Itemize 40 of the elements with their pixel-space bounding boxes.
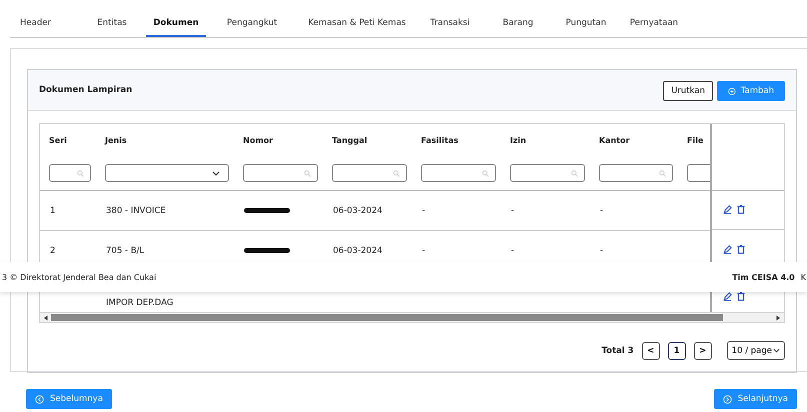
column-header: Jenis xyxy=(104,136,128,144)
tab[interactable]: Header xyxy=(20,12,78,37)
tab[interactable]: Transaksi xyxy=(416,12,484,37)
table-cell: - xyxy=(422,206,426,216)
column-header: Nomor xyxy=(242,136,274,144)
tab[interactable]: Dokumen xyxy=(146,12,206,37)
table-cell: - xyxy=(600,206,604,216)
column-header: Fasilitas xyxy=(420,136,460,144)
next-page-button[interactable]: > xyxy=(694,342,712,360)
table-cell: 705 - B/L xyxy=(106,246,144,256)
footer-text: K xyxy=(800,272,806,282)
table-cell: 1 xyxy=(50,206,56,216)
column-header: Seri xyxy=(48,136,68,144)
total-count: Total 3 xyxy=(602,346,634,356)
table-cell: 380 - INVOICE xyxy=(106,206,166,216)
table-cell: - xyxy=(600,246,604,256)
table-cell: 2 xyxy=(50,246,56,256)
sort-button[interactable]: Urutkan xyxy=(663,81,713,101)
table-cell: - xyxy=(422,246,426,256)
table-cell: IMPOR DEP.DAG xyxy=(106,298,174,308)
team-text: Tim CEISA 4.0 xyxy=(732,272,795,282)
page-size-select[interactable]: 10 / page xyxy=(726,341,785,360)
tab[interactable]: Pernyataan xyxy=(620,12,688,37)
tab[interactable]: Kemasan & Peti Kemas xyxy=(298,12,416,37)
copyright-text: 3 © Direktorat Jenderal Bea dan Cukai xyxy=(2,272,156,282)
tab[interactable]: Pungutan xyxy=(552,12,620,37)
column-header: File xyxy=(686,136,704,144)
tab[interactable]: Entitas xyxy=(78,12,146,37)
column-header: Kantor xyxy=(598,136,631,144)
table-cell: 06-03-2024 xyxy=(333,246,382,256)
card-title: Dokumen Lampiran xyxy=(39,85,132,95)
column-header: Tanggal xyxy=(331,136,368,144)
tab[interactable]: Barang xyxy=(484,12,552,37)
table-cell: 06-03-2024 xyxy=(333,206,382,216)
page-button[interactable]: 1 xyxy=(668,342,686,360)
previous-page-button[interactable]: < xyxy=(642,342,660,360)
table-cell: - xyxy=(511,206,514,216)
table-cell: - xyxy=(511,246,514,256)
tab[interactable]: Pengangkut xyxy=(206,12,298,37)
column-header: Izin xyxy=(509,136,528,144)
